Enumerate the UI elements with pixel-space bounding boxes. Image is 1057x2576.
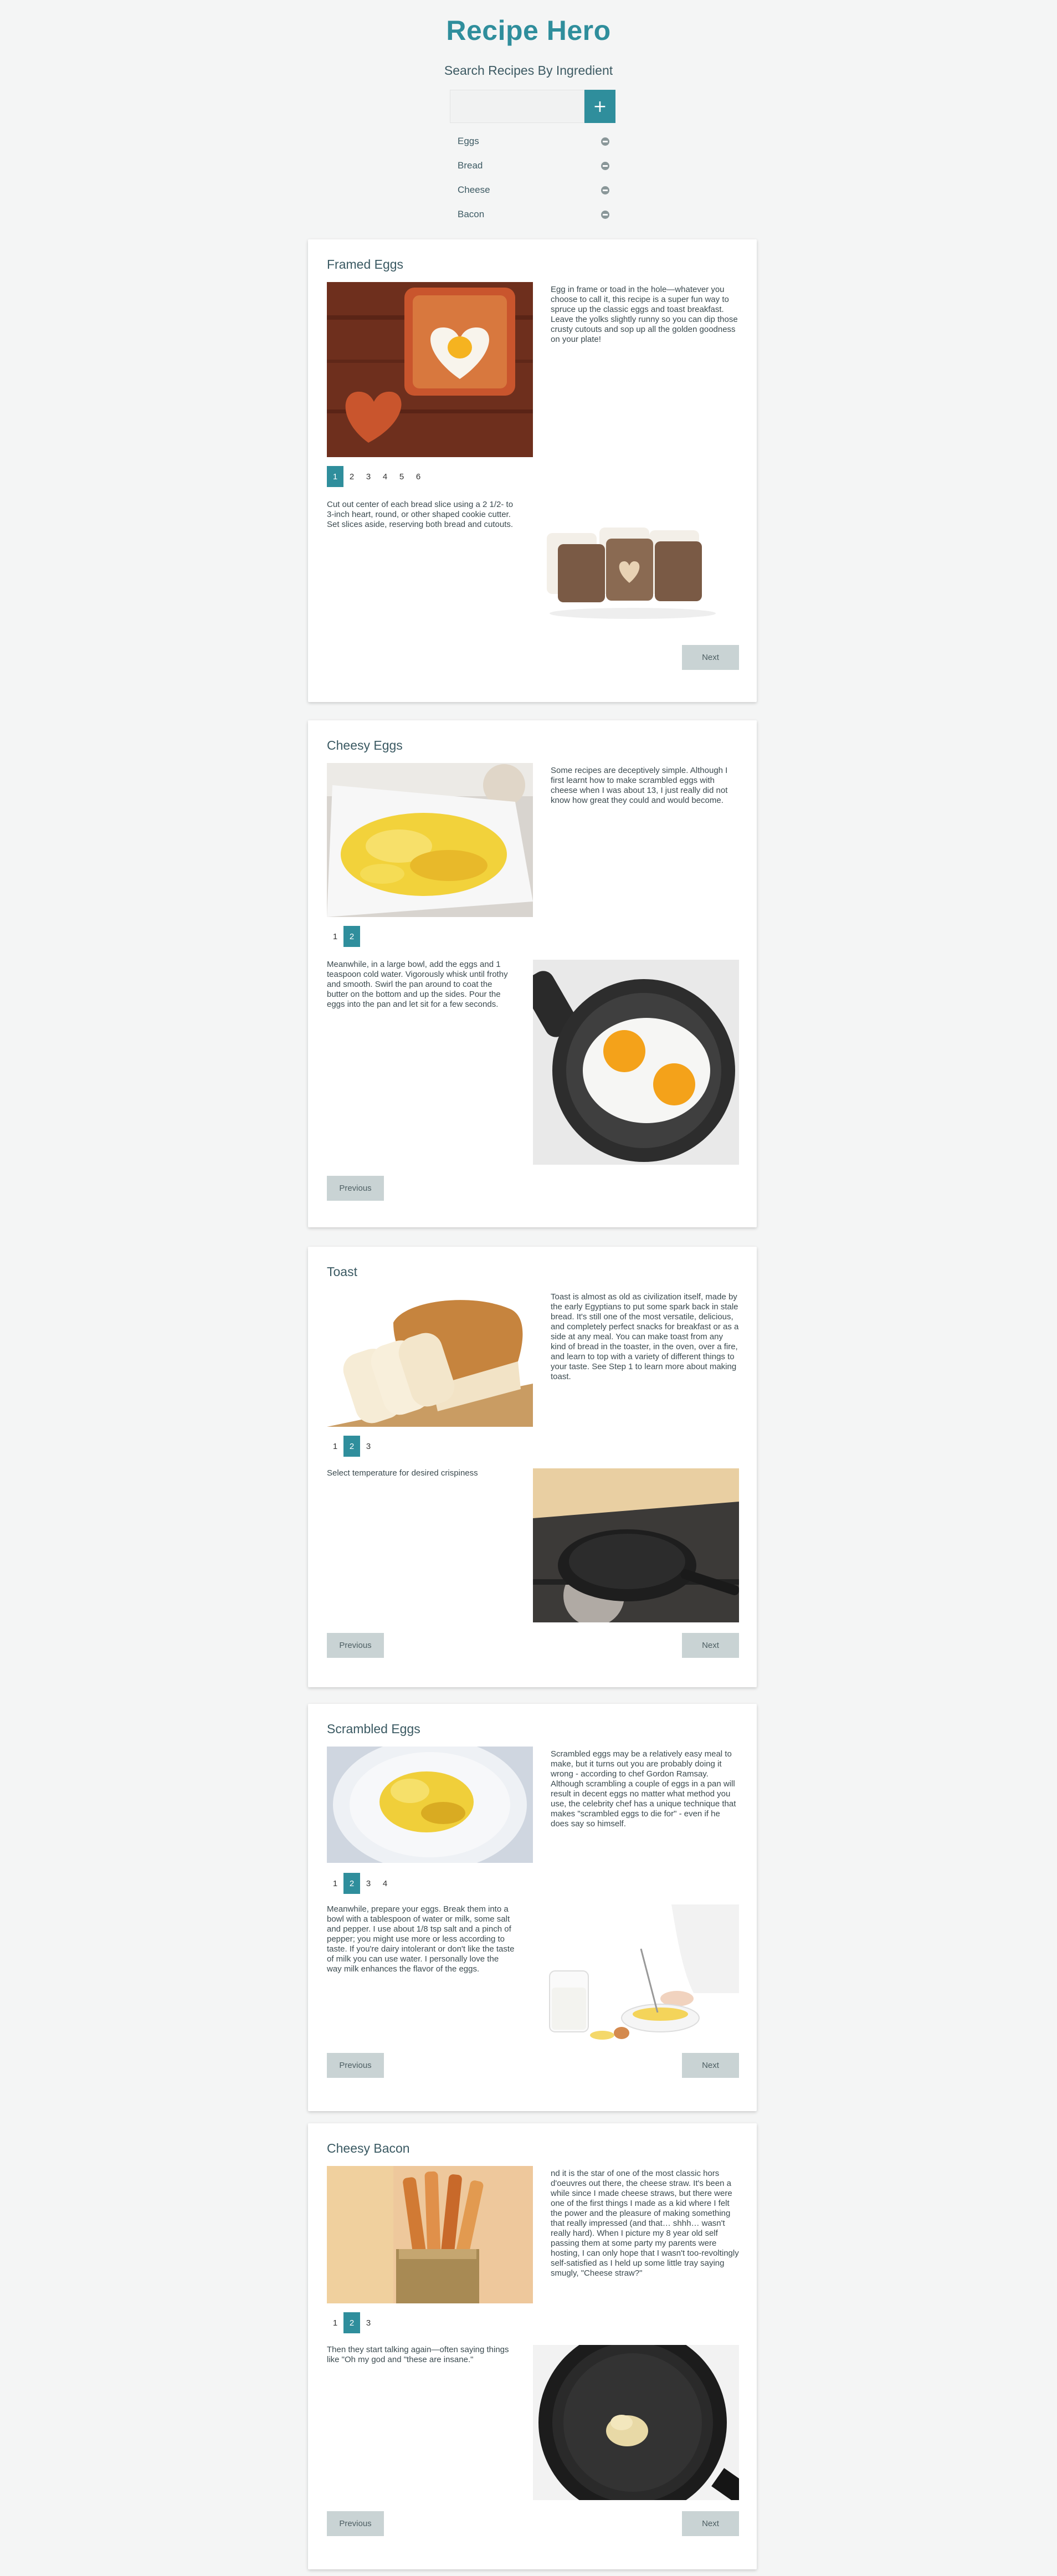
next-button[interactable]: Next	[682, 2511, 739, 2536]
step-image	[533, 1904, 739, 2042]
recipe-hero-image	[327, 1289, 533, 1427]
step-text: Cut out center of each bread slice using…	[327, 500, 514, 529]
page-button[interactable]: 2	[343, 2312, 360, 2333]
next-button[interactable]: Next	[682, 2053, 739, 2078]
page-button[interactable]: 3	[360, 466, 377, 487]
recipe-title: Cheesy Bacon	[327, 2141, 410, 2155]
search-label: Search Recipes By Ingredient	[444, 63, 613, 78]
add-ingredient-button[interactable]: +	[584, 90, 615, 123]
remove-icon[interactable]	[601, 137, 609, 146]
ingredient-search-input[interactable]	[450, 90, 584, 123]
ingredient-item: Bacon	[458, 202, 609, 227]
ingredient-list: Eggs Bread Cheese Bacon	[458, 129, 609, 227]
previous-button[interactable]: Previous	[327, 1633, 384, 1658]
ingredient-item: Bread	[458, 153, 609, 178]
page-button[interactable]: 1	[327, 1436, 343, 1457]
page-button[interactable]: 4	[377, 466, 393, 487]
step-image	[533, 1468, 739, 1622]
recipe-description: Scrambled eggs may be a relatively easy …	[551, 1749, 736, 1829]
remove-icon[interactable]	[601, 186, 609, 194]
step-image	[533, 960, 739, 1165]
search-bar: +	[450, 90, 615, 123]
page-button[interactable]: 1	[327, 466, 343, 487]
previous-button[interactable]: Previous	[327, 2053, 384, 2078]
ingredient-label: Bacon	[458, 209, 485, 219]
step-image	[533, 2345, 739, 2500]
recipe-title: Toast	[327, 1264, 357, 1279]
step-pagination: 1 2 3	[327, 2312, 377, 2333]
step-text: Then they start talking again—often sayi…	[327, 2345, 509, 2364]
step-pagination: 1 2 3 4	[327, 1873, 393, 1894]
ingredient-item: Eggs	[458, 129, 609, 153]
step-pagination: 1 2	[327, 926, 360, 947]
next-button[interactable]: Next	[682, 1633, 739, 1658]
recipe-card: Framed Eggs Egg in frame or toad in the …	[308, 239, 757, 702]
step-text: Select temperature for desired crispines…	[327, 1468, 478, 1478]
step-text: Meanwhile, in a large bowl, add the eggs…	[327, 960, 508, 1009]
ingredient-label: Bread	[458, 160, 483, 171]
recipe-title: Cheesy Eggs	[327, 738, 403, 752]
recipe-description: Toast is almost as old as civilization i…	[551, 1292, 739, 1381]
recipe-title: Scrambled Eggs	[327, 1722, 420, 1736]
step-pagination: 1 2 3 4 5 6	[327, 466, 427, 487]
page-button[interactable]: 1	[327, 926, 343, 947]
page-button[interactable]: 3	[360, 1436, 377, 1457]
step-image	[533, 500, 739, 633]
recipe-hero-image	[327, 763, 533, 917]
previous-button[interactable]: Previous	[327, 2511, 384, 2536]
previous-button[interactable]: Previous	[327, 1176, 384, 1201]
next-button[interactable]: Next	[682, 645, 739, 670]
page-button[interactable]: 6	[410, 466, 427, 487]
recipe-description: Some recipes are deceptively simple. Alt…	[551, 766, 728, 805]
remove-icon[interactable]	[601, 210, 609, 219]
page-button[interactable]: 1	[327, 1873, 343, 1894]
page-button[interactable]: 5	[393, 466, 410, 487]
recipe-hero-image	[327, 1747, 533, 1863]
page-button[interactable]: 3	[360, 2312, 377, 2333]
ingredient-label: Eggs	[458, 136, 479, 146]
ingredient-item: Cheese	[458, 178, 609, 202]
recipe-card: Scrambled Eggs Scrambled eggs may be a r…	[308, 1704, 757, 2111]
remove-icon[interactable]	[601, 161, 609, 170]
app-title: Recipe Hero	[446, 15, 611, 46]
page-button[interactable]: 2	[343, 926, 360, 947]
recipe-hero-image	[327, 282, 533, 457]
page-button[interactable]: 4	[377, 1873, 393, 1894]
recipe-card: Toast Toast is almost as old as civiliza…	[308, 1247, 757, 1687]
page-button[interactable]: 2	[343, 1873, 360, 1894]
step-text: Meanwhile, prepare your eggs. Break them…	[327, 1904, 515, 1974]
ingredient-label: Cheese	[458, 185, 490, 195]
recipe-description: Egg in frame or toad in the hole—whateve…	[551, 285, 738, 344]
page-button[interactable]: 3	[360, 1873, 377, 1894]
recipe-description: nd it is the star of one of the most cla…	[551, 2169, 739, 2278]
page-button[interactable]: 2	[343, 1436, 360, 1457]
recipe-title: Framed Eggs	[327, 257, 404, 272]
recipe-hero-image	[327, 2166, 533, 2303]
recipe-card: Cheesy Eggs Some recipes are deceptively…	[308, 720, 757, 1227]
recipe-card: Cheesy Bacon nd it is the star of one of…	[308, 2123, 757, 2569]
page-button[interactable]: 1	[327, 2312, 343, 2333]
step-pagination: 1 2 3	[327, 1436, 377, 1457]
page-button[interactable]: 2	[343, 466, 360, 487]
